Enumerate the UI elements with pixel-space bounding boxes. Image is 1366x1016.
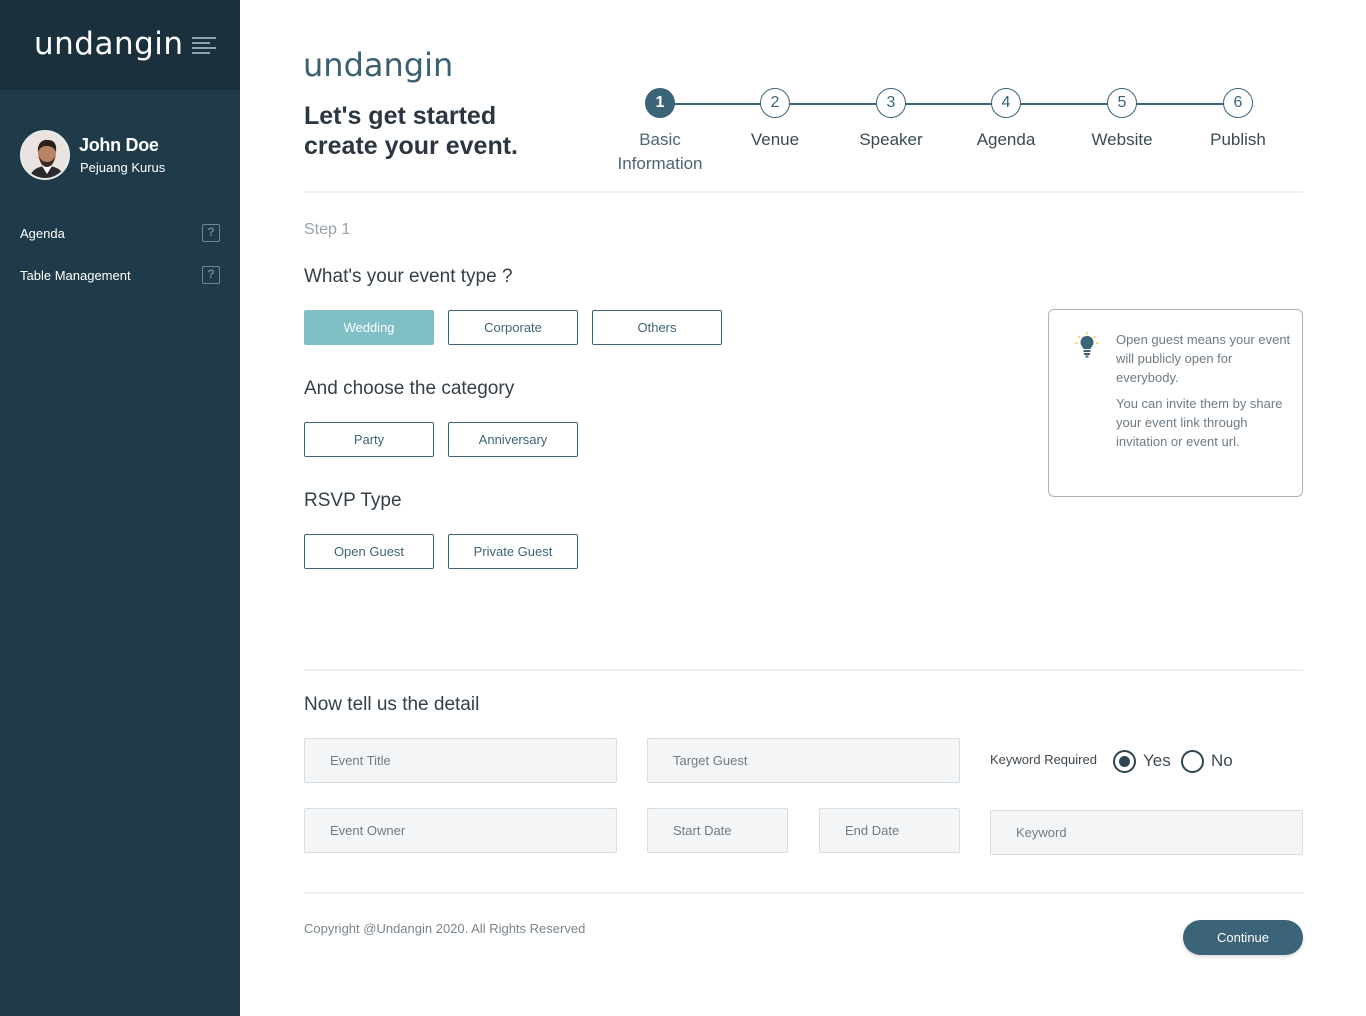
step-number[interactable]: 4 [991,88,1021,118]
step-label-line: Information [617,154,703,173]
event-title-input[interactable]: Event Title [304,738,617,783]
radio-unchecked-icon[interactable] [1181,750,1204,773]
info-card: Open guest means your event will publicl… [1048,309,1303,497]
step-tag: Step 1 [304,221,351,238]
sidebar-item-agenda[interactable]: Agenda ? [20,222,220,246]
user-role: Pejuang Kurus [80,160,166,175]
step-venue[interactable]: 2 Venue [715,88,835,152]
hamburger-menu-icon[interactable] [192,37,216,55]
keyword-input[interactable]: Keyword [990,810,1303,855]
main-logo: undangin [303,46,454,84]
event-owner-input[interactable]: Event Owner [304,808,617,853]
divider [304,191,1303,193]
radio-label: No [1211,751,1233,770]
step-number[interactable]: 3 [876,88,906,118]
sidebar-header: undangin [0,0,240,90]
help-icon[interactable]: ? [202,266,220,284]
step-label: Speaker [859,130,923,149]
event-type-option-wedding[interactable]: Wedding [304,310,434,345]
sidebar-item-label: Table Management [20,268,131,283]
start-date-input[interactable]: Start Date [647,808,788,853]
step-number[interactable]: 5 [1107,88,1137,118]
page-title: Let's get started create your event. [304,101,584,161]
radio-checked-icon[interactable] [1113,750,1136,773]
keyword-required-yes-radio[interactable]: Yes [1113,750,1173,774]
help-icon[interactable]: ? [202,224,220,242]
sidebar-item-label: Agenda [20,226,65,241]
step-label: Basic Information [600,128,720,176]
category-option-anniversary[interactable]: Anniversary [448,422,578,457]
avatar [20,130,70,180]
info-paragraph-1: Open guest means your event will publicl… [1116,332,1291,385]
step-number[interactable]: 6 [1223,88,1253,118]
lightbulb-icon [1075,332,1099,358]
divider [304,669,1303,671]
step-number[interactable]: 1 [645,88,675,118]
radio-label: Yes [1143,751,1171,770]
rsvp-question: RSVP Type [304,490,402,511]
step-label: Agenda [976,130,1036,149]
target-guest-input[interactable]: Target Guest [647,738,960,783]
keyword-required-label: Keyword Required [990,752,1097,767]
step-number[interactable]: 2 [760,88,790,118]
headline-line-2: create your event. [304,132,518,160]
progress-stepper: 1 Basic Information 2 Venue 3 Speaker 4 … [600,88,1300,178]
step-basic-information[interactable]: 1 Basic Information [600,88,720,176]
user-profile[interactable]: John Doe Pejuang Kurus [20,130,230,182]
step-label: Publish [1210,130,1266,149]
event-type-option-others[interactable]: Others [592,310,722,345]
info-paragraph-2: You can invite them by share your event … [1116,396,1283,449]
rsvp-option-open-guest[interactable]: Open Guest [304,534,434,569]
continue-button[interactable]: Continue [1183,920,1303,955]
detail-heading: Now tell us the detail [304,694,480,715]
event-type-option-corporate[interactable]: Corporate [448,310,578,345]
category-question: And choose the category [304,378,515,399]
step-speaker[interactable]: 3 Speaker [831,88,951,152]
info-text: Open guest means your event will publicl… [1116,330,1291,451]
keyword-required-no-radio[interactable]: No [1181,750,1241,774]
sidebar: undangin John Doe Pejuang Kurus Agenda ?… [0,0,240,1016]
end-date-input[interactable]: End Date [819,808,960,853]
step-agenda[interactable]: 4 Agenda [946,88,1066,152]
sidebar-item-table-management[interactable]: Table Management ? [20,264,220,288]
user-name: John Doe [79,135,159,155]
event-type-question: What's your event type ? [304,266,513,287]
step-label: Venue [750,130,800,149]
category-option-party[interactable]: Party [304,422,434,457]
headline-line-1: Let's get started [304,102,497,130]
sidebar-logo: undangin [34,26,184,62]
divider [304,892,1303,894]
rsvp-option-private-guest[interactable]: Private Guest [448,534,578,569]
copyright-text: Copyright @Undangin 2020. All Rights Res… [304,921,586,936]
step-label: Website [1091,130,1153,149]
step-publish[interactable]: 6 Publish [1178,88,1298,152]
step-website[interactable]: 5 Website [1062,88,1182,152]
step-label-line: Basic [639,130,681,149]
